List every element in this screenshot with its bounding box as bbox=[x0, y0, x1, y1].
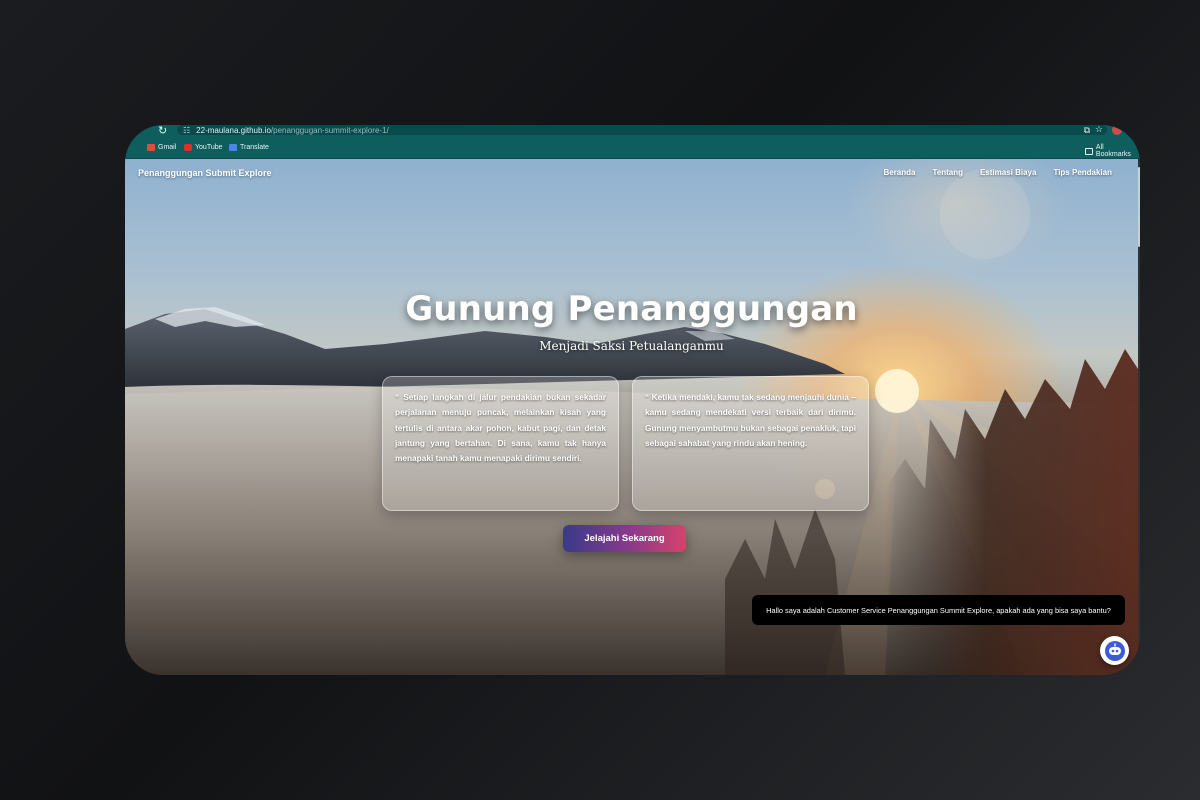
site-settings-icon[interactable]: ☷ bbox=[183, 126, 190, 135]
all-bookmarks[interactable]: All Bookmarks bbox=[1085, 144, 1140, 158]
chatbot-icon bbox=[1104, 640, 1125, 661]
explore-now-button[interactable]: Jelajahi Sekarang bbox=[563, 525, 686, 552]
bookmarks-bar: Gmail YouTube Translate All Bookmarks bbox=[125, 140, 1140, 159]
browser-toolbar: ↻ ☷ 22-maulana.github.io/penanggugan-sum… bbox=[125, 125, 1140, 140]
page-scrollbar[interactable] bbox=[1138, 159, 1140, 675]
browser-window: ↻ ☷ 22-maulana.github.io/penanggugan-sum… bbox=[125, 125, 1140, 675]
youtube-icon bbox=[184, 144, 192, 151]
url-text: 22-maulana.github.io/penanggugan-summit-… bbox=[196, 125, 389, 135]
quote-card: “ Ketika mendaki, kamu tak sedang menjau… bbox=[632, 376, 869, 511]
hero-title: Gunung Penanggungan bbox=[405, 289, 858, 329]
bookmark-star-icon[interactable]: ☆ bbox=[1095, 125, 1103, 135]
chat-welcome-message: Hallo saya adalah Customer Service Penan… bbox=[752, 595, 1125, 625]
gmail-icon bbox=[147, 144, 155, 151]
address-bar[interactable]: ☷ 22-maulana.github.io/penanggugan-summi… bbox=[177, 125, 1107, 135]
bookmark-youtube[interactable]: YouTube bbox=[184, 144, 223, 151]
hero-subtitle: Menjadi Saksi Petualanganmu bbox=[539, 339, 724, 353]
nav-tentang[interactable]: Tentang bbox=[932, 168, 963, 177]
chatbot-button[interactable] bbox=[1100, 636, 1129, 665]
bookmark-translate[interactable]: Translate bbox=[229, 144, 269, 151]
quote-card: “ Setiap langkah di jalur pendakian buka… bbox=[382, 376, 619, 511]
reload-icon[interactable]: ↻ bbox=[158, 125, 167, 137]
extensions-icon[interactable]: ⧉ bbox=[1084, 125, 1090, 136]
nav-tips-pendakian[interactable]: Tips Pendakian bbox=[1053, 168, 1112, 177]
profile-avatar[interactable] bbox=[1112, 125, 1122, 135]
nav-beranda[interactable]: Beranda bbox=[883, 168, 915, 177]
nav-estimasi-biaya[interactable]: Estimasi Biaya bbox=[980, 168, 1036, 177]
page-viewport: Penanggungan Submit Explore Beranda Tent… bbox=[125, 159, 1138, 675]
site-brand[interactable]: Penanggungan Submit Explore bbox=[138, 168, 272, 178]
bookmark-gmail[interactable]: Gmail bbox=[147, 144, 176, 151]
translate-icon bbox=[229, 144, 237, 151]
folder-icon bbox=[1085, 147, 1093, 155]
main-nav: Beranda Tentang Estimasi Biaya Tips Pend… bbox=[883, 168, 1112, 177]
